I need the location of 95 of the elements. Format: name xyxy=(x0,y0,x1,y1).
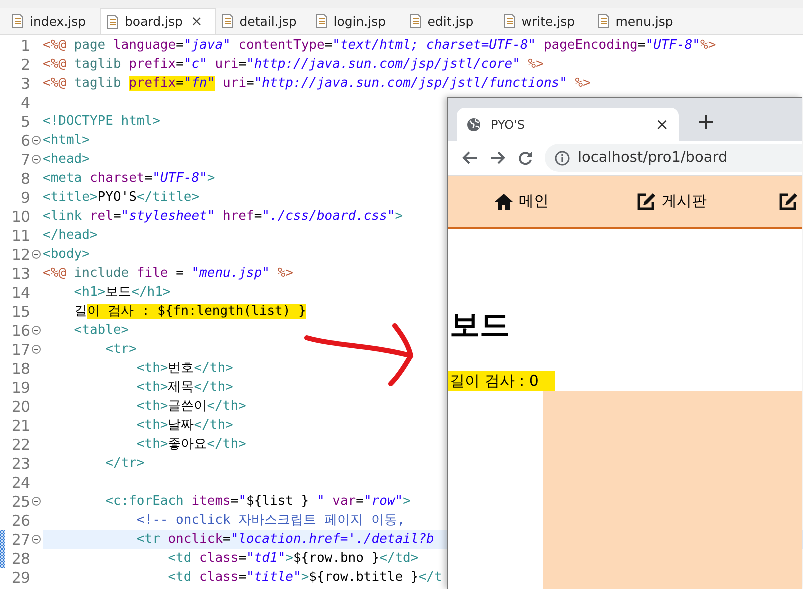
line-number: 13 xyxy=(10,264,30,282)
code-line: <body> xyxy=(43,246,90,264)
collapse-icon[interactable] xyxy=(32,250,40,259)
code-line: </head> xyxy=(43,227,98,245)
code-line: <%@ taglib prefix="c" uri="http://java.sun.com/jsp/jstl/core" %> xyxy=(43,56,544,74)
forward-icon[interactable] xyxy=(490,151,506,165)
new-tab-button[interactable]: + xyxy=(697,110,716,135)
collapse-icon[interactable] xyxy=(32,535,40,544)
close-icon[interactable]: × xyxy=(656,115,669,134)
code-line: <tr onclick="location.href='./detail?b xyxy=(136,531,434,549)
line-number: 9 xyxy=(20,188,30,206)
line-number: 21 xyxy=(10,416,30,434)
code-line: <head> xyxy=(43,151,90,169)
home-icon xyxy=(495,194,513,210)
line-number: 14 xyxy=(10,284,30,302)
file-tab[interactable]: edit.jsp xyxy=(404,8,498,34)
code-line: 길이 검사 : ${fn:length(list) } xyxy=(73,303,306,321)
code-line: <td class="td1">${row.bno }</td> xyxy=(167,550,419,568)
line-number: 10 xyxy=(10,208,30,226)
tab-title: PYO'S xyxy=(491,118,526,132)
line-number: 28 xyxy=(10,550,30,568)
line-number: 15 xyxy=(10,302,30,320)
line-number: 4 xyxy=(20,94,30,112)
code-line: <title>PYO'S</title> xyxy=(43,189,200,207)
line-number: 1 xyxy=(20,36,30,54)
file-tab[interactable]: write.jsp xyxy=(498,8,592,34)
code-line: <html> xyxy=(43,132,90,150)
line-number: 11 xyxy=(10,226,30,244)
file-tab[interactable]: index.jsp xyxy=(6,8,100,34)
line-number: 26 xyxy=(10,512,30,530)
page-heading: 보드 xyxy=(450,307,511,345)
edit-icon xyxy=(779,192,798,210)
code-line: <th>좋아요</th> xyxy=(136,436,246,454)
file-icon xyxy=(598,14,610,28)
line-number: 18 xyxy=(10,360,30,378)
code-line: <th>글쓴이</th> xyxy=(136,398,246,416)
code-line: </tr> xyxy=(104,455,145,473)
file-icon xyxy=(316,14,328,28)
line-number: 24 xyxy=(10,474,30,492)
line-number: 20 xyxy=(10,398,30,416)
line-number: 5 xyxy=(20,112,30,130)
code-line: <h1>보드</h1> xyxy=(73,284,171,302)
back-icon[interactable] xyxy=(462,151,478,165)
line-number: 16 xyxy=(10,322,30,340)
code-line: <tr> xyxy=(104,341,137,359)
close-icon[interactable]: × xyxy=(191,14,203,30)
file-icon xyxy=(410,14,422,28)
line-number: 25 xyxy=(10,492,30,510)
file-tab[interactable]: detail.jsp xyxy=(216,8,310,34)
code-line: <%@ include file = "menu.jsp" %> xyxy=(43,265,294,283)
line-number: 12 xyxy=(10,246,30,264)
code-line: <c:forEach items="${list } " var="row"> xyxy=(104,493,411,511)
info-icon[interactable] xyxy=(555,150,570,166)
code-line: <!-- onclick 자바스크립트 페이지 이동, xyxy=(136,512,406,530)
line-number: 6 xyxy=(20,132,30,150)
length-check-text: 길이 검사 : 0 xyxy=(448,371,555,391)
line-number: 8 xyxy=(20,170,30,188)
line-number: 23 xyxy=(10,454,30,472)
code-line: <meta charset="UTF-8"> xyxy=(43,170,216,188)
line-number: 22 xyxy=(10,436,30,454)
globe-icon xyxy=(467,118,481,132)
file-icon xyxy=(222,14,234,28)
file-icon xyxy=(504,14,516,28)
collapse-icon[interactable] xyxy=(32,497,40,506)
edit-icon xyxy=(637,192,656,210)
nav-link[interactable]: 게시판 xyxy=(662,192,707,211)
code-line: <th>제목</th> xyxy=(136,379,234,397)
code-line: <link rel="stylesheet" href="./css/board.css"> xyxy=(43,208,404,226)
line-number: 27 xyxy=(10,530,30,548)
collapse-icon[interactable] xyxy=(32,326,40,335)
file-icon xyxy=(12,14,24,28)
line-number: 17 xyxy=(10,340,30,358)
code-line: <th>번호</th> xyxy=(136,360,234,378)
code-line: <%@ page language="java" contentType="text/html; charset=UTF-8" pageEncoding="UTF-8"%> xyxy=(43,37,716,55)
nav-link[interactable]: 메인 xyxy=(519,192,549,211)
address-bar[interactable]: localhost/pro1/board xyxy=(545,144,802,172)
line-number: 2 xyxy=(20,56,30,74)
line-number: 3 xyxy=(20,74,30,92)
file-tab[interactable]: board.jsp × xyxy=(100,8,216,34)
code-line: <!DOCTYPE html> xyxy=(43,113,160,131)
reload-icon[interactable] xyxy=(518,150,533,166)
collapse-icon[interactable] xyxy=(32,136,40,145)
file-tab[interactable]: login.jsp xyxy=(310,8,404,34)
line-number: 7 xyxy=(20,150,30,168)
code-line: <table> xyxy=(73,322,130,340)
code-line: <th>날짜</th> xyxy=(136,417,234,435)
collapse-icon[interactable] xyxy=(32,155,40,164)
file-icon xyxy=(107,14,119,28)
browser-tab[interactable]: PYO'S × xyxy=(457,108,679,141)
file-tab[interactable]: menu.jsp xyxy=(592,8,686,34)
line-number: 19 xyxy=(10,378,30,396)
code-line: <%@ taglib prefix="fn" uri="http://java.sun.com/jsp/jstl/functions" %> xyxy=(43,75,591,93)
code-line: <td class="title">${row.btitle }</t xyxy=(167,569,442,587)
line-number: 29 xyxy=(10,568,30,586)
collapse-icon[interactable] xyxy=(32,345,40,354)
